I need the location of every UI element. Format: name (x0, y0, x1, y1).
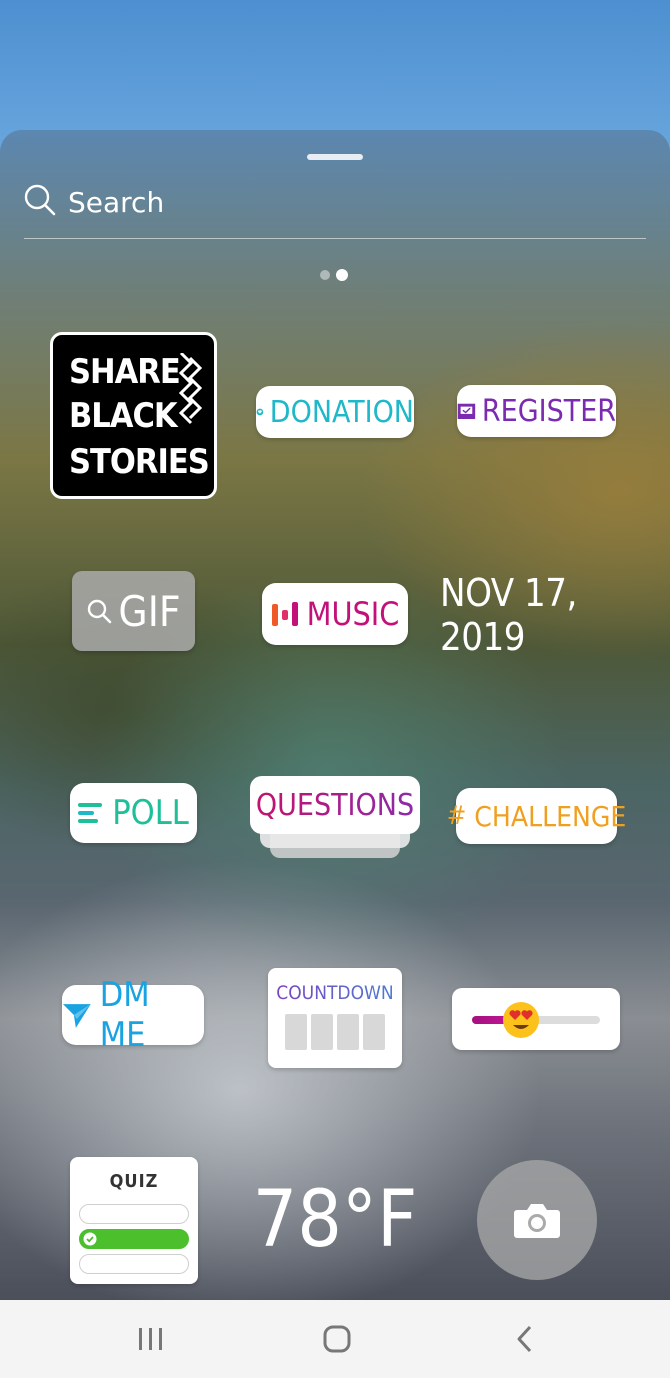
system-navigation-bar (0, 1300, 670, 1378)
share-black-stories-sticker[interactable]: SHARE BLACK STORIES (50, 332, 217, 499)
countdown-digit-box (285, 1014, 307, 1050)
camera-icon (514, 1204, 560, 1238)
send-arrow-icon (62, 1004, 91, 1028)
dm-me-sticker[interactable]: DM ME (62, 975, 204, 1055)
donation-label: DONATION (269, 394, 414, 430)
page-dot-2-active[interactable] (336, 268, 348, 281)
share-line-1: SHARE (69, 352, 181, 392)
emoji-slider-sticker[interactable] (452, 988, 620, 1050)
gif-search-icon (88, 599, 112, 624)
gif-sticker[interactable]: GIF (72, 571, 195, 651)
zigzag-icon (179, 353, 203, 425)
search-field[interactable]: Search (24, 178, 646, 239)
register-sticker[interactable]: REGISTER (457, 385, 616, 437)
poll-label: POLL (112, 793, 189, 833)
countdown-digit-box (311, 1014, 333, 1050)
share-line-3: STORIES (69, 442, 210, 482)
countdown-digit-box (363, 1014, 385, 1050)
countdown-digit-box (337, 1014, 359, 1050)
music-bars-icon (271, 602, 298, 626)
countdown-label: COUNTDOWN (268, 982, 402, 1004)
challenge-label: CHALLENGE (474, 799, 627, 833)
register-label: REGISTER (481, 393, 616, 429)
drag-handle[interactable] (307, 154, 363, 160)
camera-button[interactable] (477, 1160, 597, 1280)
hashtag-icon: # (446, 801, 467, 831)
register-calendar-icon (457, 403, 476, 419)
temperature-sticker[interactable]: 78°F (240, 1170, 430, 1270)
search-placeholder: Search (68, 186, 165, 219)
questions-card: QUESTIONS (250, 776, 420, 834)
poll-sticker[interactable]: POLL (70, 783, 197, 843)
check-icon (83, 1232, 97, 1246)
challenge-sticker[interactable]: # CHALLENGE (447, 788, 626, 844)
date-sticker[interactable]: NOV 17, 2019 (440, 571, 640, 659)
questions-label: QUESTIONS (255, 787, 415, 823)
countdown-sticker[interactable]: COUNTDOWN (268, 968, 402, 1068)
quiz-sticker[interactable]: QUIZ (70, 1157, 198, 1284)
quiz-option-2-correct (79, 1229, 189, 1249)
heart-eyes-emoji-icon[interactable] (502, 1001, 540, 1039)
share-line-2: BLACK (69, 396, 178, 436)
donation-sticker[interactable]: DONATION (256, 386, 414, 438)
page-dot-1[interactable] (320, 269, 330, 280)
quiz-option-3 (79, 1254, 189, 1274)
dm-me-label: DM ME (99, 975, 150, 1055)
back-icon[interactable] (514, 1324, 536, 1354)
music-sticker[interactable]: MUSIC (262, 583, 408, 645)
sticker-tray: Search SHARE BLACK STORIES DONATION REGI… (0, 130, 670, 1300)
questions-sticker[interactable]: QUESTIONS (250, 776, 420, 858)
home-icon[interactable] (322, 1324, 352, 1354)
music-label: MUSIC (306, 595, 400, 633)
quiz-option-1 (79, 1204, 189, 1224)
heart-circle-icon (256, 408, 264, 416)
quiz-label: QUIZ (109, 1171, 159, 1192)
page-indicator (320, 264, 348, 283)
recents-icon[interactable] (137, 1324, 165, 1354)
poll-lines-icon (78, 803, 103, 823)
search-icon (24, 184, 56, 216)
gif-label: GIF (118, 586, 181, 636)
